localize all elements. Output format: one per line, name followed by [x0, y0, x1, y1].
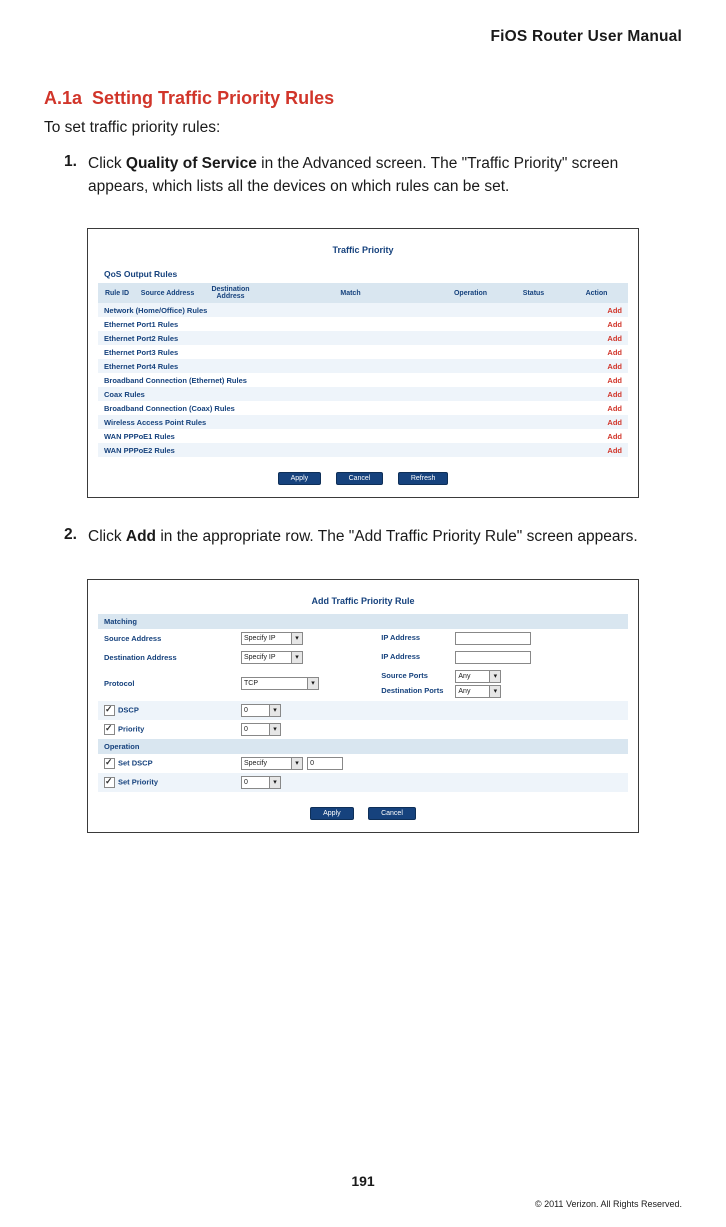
operation-section-header: Operation — [98, 739, 628, 754]
source-ports-select[interactable]: Any▾ — [455, 670, 501, 683]
set-priority-select[interactable]: 0▾ — [241, 776, 281, 789]
add-link[interactable]: Add — [565, 359, 628, 373]
source-ports-label: Source Ports — [381, 671, 453, 680]
set-dscp-label: Set DSCP — [98, 754, 235, 773]
matching-section-header: Matching — [98, 614, 628, 629]
col-status: Status — [502, 283, 565, 303]
traffic-priority-screenshot: Traffic Priority QoS Output Rules Rule I… — [87, 228, 639, 498]
add-link[interactable]: Add — [565, 303, 628, 317]
qos-rules-table: Rule ID Source Address Destination Addre… — [98, 283, 628, 457]
page-header-title: FiOS Router User Manual — [44, 28, 682, 46]
table-row: Broadband Connection (Coax) RulesAdd — [98, 401, 628, 415]
col-operation: Operation — [439, 283, 502, 303]
step-2-number: 2. — [64, 526, 88, 548]
chevron-down-icon: ▾ — [269, 777, 280, 788]
priority-label: Priority — [98, 720, 235, 739]
set-dscp-checkbox[interactable] — [104, 758, 115, 769]
step-2: 2. Click Add in the appropriate row. The… — [64, 526, 682, 548]
step-1-text: Click Quality of Service in the Advanced… — [88, 153, 682, 198]
qos-output-rules-heading: QoS Output Rules — [104, 269, 628, 279]
add-link[interactable]: Add — [565, 345, 628, 359]
add-link[interactable]: Add — [565, 317, 628, 331]
destination-ports-label: Destination Ports — [381, 686, 453, 695]
dscp-select[interactable]: 0▾ — [241, 704, 281, 717]
table-row: Network (Home/Office) RulesAdd — [98, 303, 628, 317]
priority-select[interactable]: 0▾ — [241, 723, 281, 736]
chevron-down-icon: ▾ — [269, 724, 280, 735]
panel2-title: Add Traffic Priority Rule — [98, 590, 628, 614]
qos-rules-body: Network (Home/Office) RulesAdd Ethernet … — [98, 303, 628, 457]
add-link[interactable]: Add — [565, 387, 628, 401]
chevron-down-icon: ▾ — [307, 678, 318, 689]
section-intro: To set traffic priority rules: — [44, 117, 682, 139]
add-rule-screenshot: Add Traffic Priority Rule Matching Sourc… — [87, 579, 639, 833]
source-ip-input[interactable] — [455, 632, 531, 645]
panel2-button-row: Apply Cancel — [98, 792, 628, 820]
col-destination-address: Destination Address — [199, 283, 262, 303]
cancel-button[interactable]: Cancel — [368, 807, 416, 820]
section-heading: A.1a Setting Traffic Priority Rules — [44, 88, 682, 109]
step-1: 1. Click Quality of Service in the Advan… — [64, 153, 682, 198]
chevron-down-icon: ▾ — [291, 758, 302, 769]
apply-button[interactable]: Apply — [278, 472, 322, 485]
add-rule-table: Matching Source Address Specify IP▾ IP A… — [98, 614, 628, 792]
table-row: Coax RulesAdd — [98, 387, 628, 401]
section-number: A.1a — [44, 88, 82, 108]
table-row: Ethernet Port2 RulesAdd — [98, 331, 628, 345]
add-link[interactable]: Add — [565, 401, 628, 415]
source-address-select[interactable]: Specify IP▾ — [241, 632, 303, 645]
set-priority-checkbox[interactable] — [104, 777, 115, 788]
col-match: Match — [262, 283, 439, 303]
dscp-checkbox[interactable] — [104, 705, 115, 716]
chevron-down-icon: ▾ — [291, 652, 302, 663]
panel1-button-row: Apply Cancel Refresh — [98, 457, 628, 485]
col-rule-id: Rule ID — [98, 283, 136, 303]
destination-ports-select[interactable]: Any▾ — [455, 685, 501, 698]
set-dscp-value-input[interactable]: 0 — [307, 757, 343, 770]
page-number: 191 — [0, 1173, 726, 1189]
table-row: Ethernet Port1 RulesAdd — [98, 317, 628, 331]
apply-button[interactable]: Apply — [310, 807, 354, 820]
add-link[interactable]: Add — [565, 415, 628, 429]
panel-title: Traffic Priority — [98, 239, 628, 263]
table-row: WAN PPPoE1 RulesAdd — [98, 429, 628, 443]
col-action: Action — [565, 283, 628, 303]
destination-address-label: Destination Address — [98, 648, 235, 667]
chevron-down-icon: ▾ — [269, 705, 280, 716]
set-priority-label: Set Priority — [98, 773, 235, 792]
refresh-button[interactable]: Refresh — [398, 472, 449, 485]
cancel-button[interactable]: Cancel — [336, 472, 384, 485]
chevron-down-icon: ▾ — [489, 671, 500, 682]
chevron-down-icon: ▾ — [489, 686, 500, 697]
add-link[interactable]: Add — [565, 443, 628, 457]
destination-address-select[interactable]: Specify IP▾ — [241, 651, 303, 664]
destination-ip-input[interactable] — [455, 651, 531, 664]
protocol-select[interactable]: TCP▾ — [241, 677, 319, 690]
set-dscp-select[interactable]: Specify▾ — [241, 757, 303, 770]
chevron-down-icon: ▾ — [291, 633, 302, 644]
table-row: Ethernet Port4 RulesAdd — [98, 359, 628, 373]
step-1-number: 1. — [64, 153, 88, 198]
add-link[interactable]: Add — [565, 429, 628, 443]
copyright: © 2011 Verizon. All Rights Reserved. — [535, 1199, 682, 1209]
add-link[interactable]: Add — [565, 331, 628, 345]
source-address-label: Source Address — [98, 629, 235, 648]
col-source-address: Source Address — [136, 283, 199, 303]
section-title: Setting Traffic Priority Rules — [92, 88, 334, 108]
table-row: WAN PPPoE2 RulesAdd — [98, 443, 628, 457]
priority-checkbox[interactable] — [104, 724, 115, 735]
dscp-label: DSCP — [98, 701, 235, 720]
ip-address-label: IP Address — [381, 652, 453, 661]
ip-address-label: IP Address — [381, 633, 453, 642]
step-2-text: Click Add in the appropriate row. The "A… — [88, 526, 682, 548]
table-row: Ethernet Port3 RulesAdd — [98, 345, 628, 359]
table-row: Wireless Access Point RulesAdd — [98, 415, 628, 429]
protocol-label: Protocol — [98, 667, 235, 701]
add-link[interactable]: Add — [565, 373, 628, 387]
table-row: Broadband Connection (Ethernet) RulesAdd — [98, 373, 628, 387]
